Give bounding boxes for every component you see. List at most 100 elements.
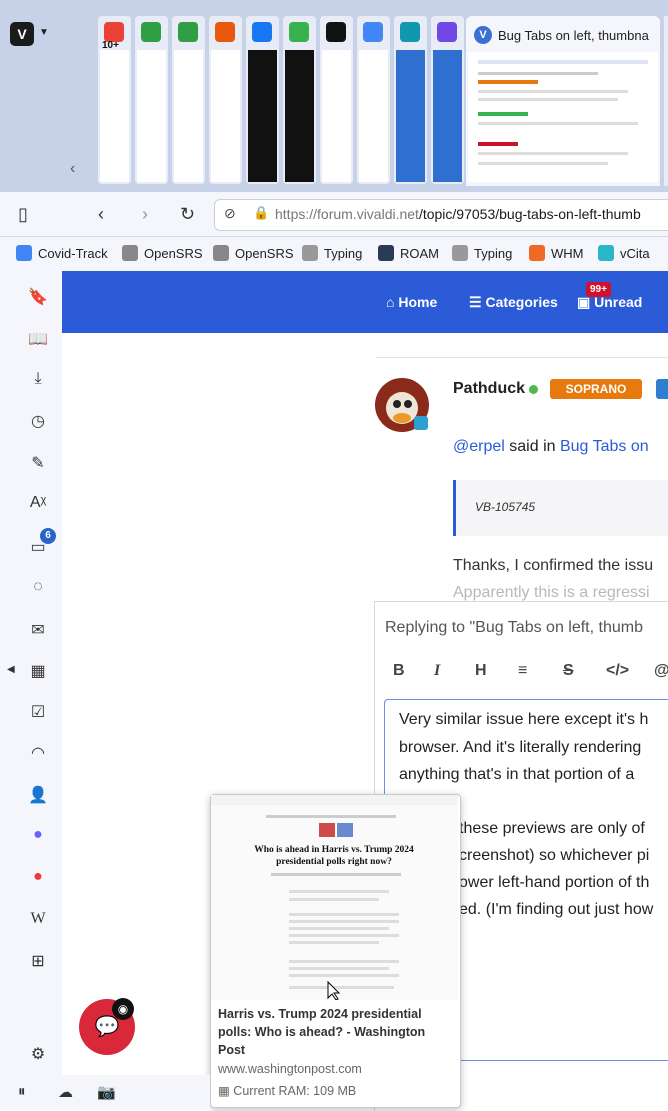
side-panel — [0, 271, 62, 1110]
bookmark-item[interactable]: Typing — [324, 246, 362, 261]
translate-icon[interactable]: Aᵡ — [28, 494, 48, 512]
heading-button[interactable]: H — [475, 662, 487, 680]
tab-stack[interactable]: 10+ — [98, 16, 131, 184]
url-text: https://forum.vivaldi.net/topic/97053/bu… — [275, 206, 641, 222]
bookmark-item[interactable]: Typing — [474, 246, 512, 261]
google-home-icon — [363, 22, 383, 42]
page-icon — [122, 245, 138, 261]
tracker-blocker-icon[interactable]: ⊘ — [224, 205, 236, 222]
page-icon — [213, 245, 229, 261]
tab-stack[interactable] — [431, 16, 464, 184]
capture-icon[interactable]: 📷 — [97, 1083, 116, 1101]
editor-line: these previews are only of — [459, 820, 645, 837]
tab-stack[interactable] — [357, 16, 390, 184]
mention-link[interactable]: @erpel — [453, 438, 505, 455]
feed-reader-icon[interactable]: ◌ — [28, 578, 48, 596]
said-in-line: @erpel said in Bug Tabs on — [453, 438, 649, 455]
mastodon-icon[interactable]: ● — [28, 826, 48, 844]
tab-thumbnail — [211, 50, 240, 182]
home-icon: ⌂ — [386, 294, 395, 310]
notes-icon[interactable]: ✎ — [28, 453, 48, 473]
add-panel-icon[interactable]: ⊞ — [28, 951, 48, 971]
italic-button[interactable]: I — [434, 662, 440, 680]
tab-stack[interactable] — [320, 16, 353, 184]
window-count-badge: 6 — [40, 528, 56, 544]
vcita-icon — [598, 245, 614, 261]
reading-list-icon[interactable]: 📖 — [28, 329, 48, 349]
tab-stack[interactable] — [209, 16, 242, 184]
link-button[interactable]: @ — [654, 662, 668, 680]
bookmarks-panel-icon[interactable]: 🔖 — [28, 287, 48, 307]
editor-line: anything that's in that portion of a — [399, 766, 635, 783]
forward-icon[interactable]: › — [142, 204, 148, 225]
memory-icon: ▦ — [218, 1084, 230, 1098]
online-indicator — [529, 385, 538, 394]
bold-button[interactable]: B — [393, 662, 405, 680]
bookmark-item[interactable]: ROAM — [400, 246, 439, 261]
tab-thumbnail — [359, 50, 388, 182]
vivaldi-favicon-icon: V — [474, 26, 492, 44]
tab-stack[interactable] — [172, 16, 205, 184]
tab-stack[interactable] — [135, 16, 168, 184]
strikethrough-button[interactable]: S — [563, 662, 574, 680]
gmail-icon — [104, 22, 124, 42]
calendar-icon[interactable]: ▦ — [28, 661, 48, 681]
categories-link[interactable]: ☰ Categories — [469, 294, 558, 311]
unread-badge: 99+ — [586, 282, 611, 297]
bookmark-item[interactable]: WHM — [551, 246, 584, 261]
chat-icon: 💬 — [94, 1016, 120, 1038]
back-icon[interactable]: ‹ — [98, 204, 104, 225]
tab-active[interactable]: V Bug Tabs on left, thumbna — [466, 16, 660, 186]
bookmark-item[interactable]: vCita — [620, 246, 650, 261]
panel-toggle-icon[interactable]: ▯ — [18, 204, 28, 225]
contacts-icon[interactable]: 👤 — [28, 785, 48, 805]
settings-icon[interactable]: ⚙ — [28, 1044, 48, 1064]
vivaldi-menu-icon[interactable]: V — [10, 22, 34, 46]
bookmark-item[interactable]: OpenSRS — [144, 246, 203, 261]
preview-title: Harris vs. Trump 2024 presidential polls… — [218, 1007, 426, 1057]
cpanel-icon — [529, 245, 545, 261]
pause-icon[interactable]: ⏸ — [18, 1083, 26, 1100]
post-text-faded: Apparently this is a regressi — [453, 584, 650, 601]
tab-thumbnail — [433, 50, 462, 182]
vivaldi-panel-icon[interactable]: ● — [28, 868, 48, 886]
preview-thumbnail: Who is ahead in Harris vs. Trump 2024 pr… — [211, 795, 458, 1000]
tab-stack[interactable] — [283, 16, 316, 184]
tab-thumbnail — [322, 50, 351, 182]
preview-url: www.washingtonpost.com — [218, 1062, 362, 1076]
lock-icon[interactable]: 🔒 — [253, 205, 269, 221]
tasks-icon[interactable]: ☑ — [28, 702, 48, 722]
tab-edge — [664, 16, 668, 186]
list-button[interactable]: ≡ — [518, 662, 527, 680]
divider — [376, 357, 668, 358]
phone-icon — [141, 22, 161, 42]
chevron-down-icon[interactable]: ▼ — [39, 27, 49, 38]
reload-icon[interactable]: ↻ — [180, 204, 195, 225]
tab-stack[interactable] — [246, 16, 279, 184]
bookmark-item[interactable]: OpenSRS — [235, 246, 294, 261]
google-icon — [16, 245, 32, 261]
editor-line: creenshot) so whichever pi — [459, 847, 650, 864]
eye-icon[interactable]: ◉ — [112, 998, 134, 1020]
code-button[interactable]: </> — [606, 662, 629, 680]
post-author[interactable]: Pathduck — [453, 380, 525, 398]
bookmark-item[interactable]: Covid-Track — [38, 246, 108, 261]
history-icon[interactable]: ◷ — [28, 411, 48, 431]
tab-stack[interactable] — [394, 16, 427, 184]
mail-icon[interactable]: ✉ — [28, 620, 48, 640]
home-link[interactable]: ⌂ Home — [386, 294, 437, 310]
quote-text: VB-105745 — [475, 500, 536, 514]
editor-line: ed. (I'm finding out just how — [459, 901, 654, 918]
wikipedia-icon[interactable]: W — [28, 910, 48, 928]
downloads-icon[interactable]: ⤓ — [28, 370, 48, 388]
topic-link[interactable]: Bug Tabs on — [560, 438, 649, 455]
editor-line: browser. And it's literally rendering — [399, 739, 642, 756]
rss-icon[interactable]: ◠ — [28, 743, 48, 763]
tab-scroll-left-icon[interactable]: ‹ — [70, 160, 75, 178]
editor-line: Very similar issue here except it's h — [399, 711, 649, 728]
sync-cloud-icon[interactable]: ☁ — [58, 1083, 73, 1101]
preview-ram: ▦ Current RAM: 109 MB — [218, 1084, 357, 1098]
roam-icon — [378, 245, 394, 261]
panel-expand-icon[interactable]: ◀ — [7, 664, 15, 675]
tab-thumbnail — [137, 50, 166, 182]
